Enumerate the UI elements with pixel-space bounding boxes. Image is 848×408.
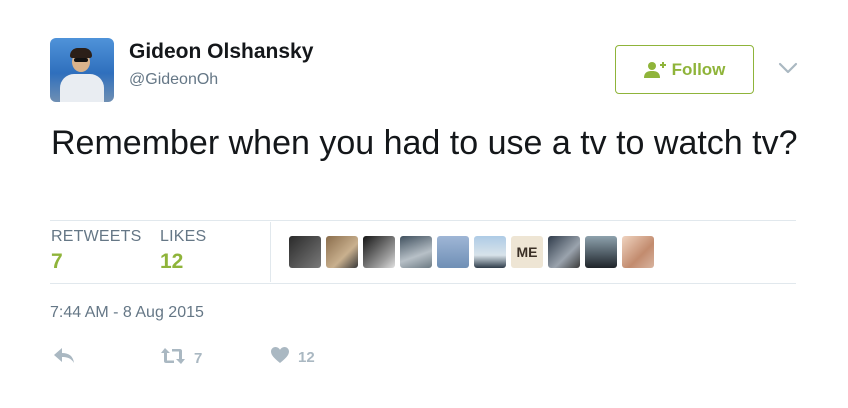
like-button[interactable]: 12	[270, 346, 315, 368]
liker-avatar-text: ME	[516, 244, 538, 260]
like-count: 12	[298, 348, 315, 366]
user-handle[interactable]: @GideonOh	[129, 71, 218, 89]
likes-stat[interactable]: LIKES 12	[160, 228, 206, 274]
retweet-icon	[160, 346, 186, 370]
heart-icon	[270, 346, 290, 368]
divider	[50, 283, 796, 284]
divider	[50, 220, 796, 221]
user-display-name[interactable]: Gideon Olshansky	[129, 40, 313, 64]
liker-avatar[interactable]	[474, 236, 506, 268]
liker-avatar[interactable]	[437, 236, 469, 268]
liker-avatar[interactable]: ME	[511, 236, 543, 268]
retweets-stat[interactable]: RETWEETS 7	[51, 228, 142, 274]
chevron-down-icon[interactable]	[778, 61, 798, 75]
liker-avatar[interactable]	[585, 236, 617, 268]
likers-avatar-list: ME	[289, 236, 654, 268]
add-user-icon	[643, 61, 666, 79]
follow-button-label: Follow	[671, 59, 726, 79]
stats-separator	[270, 222, 271, 282]
likes-label: LIKES	[160, 228, 207, 245]
reply-button[interactable]	[52, 346, 76, 370]
avatar-body-shape	[60, 74, 104, 102]
retweet-count: 7	[194, 349, 203, 367]
liker-avatar[interactable]	[400, 236, 432, 268]
liker-avatar[interactable]	[289, 236, 321, 268]
avatar-sunglasses-shape	[74, 58, 88, 62]
retweets-count: 7	[51, 250, 63, 273]
avatar[interactable]	[50, 38, 114, 102]
tweet-timestamp[interactable]: 7:44 AM - 8 Aug 2015	[50, 304, 204, 322]
liker-avatar[interactable]	[548, 236, 580, 268]
reply-icon	[52, 346, 76, 370]
retweet-button[interactable]: 7	[160, 346, 202, 370]
avatar-hair-shape	[70, 48, 92, 58]
liker-avatar[interactable]	[363, 236, 395, 268]
retweets-label: RETWEETS	[51, 228, 142, 245]
liker-avatar[interactable]	[622, 236, 654, 268]
tweet-text: Remember when you had to use a tv to wat…	[51, 124, 798, 162]
likes-count: 12	[160, 250, 184, 273]
liker-avatar[interactable]	[326, 236, 358, 268]
follow-button[interactable]: Follow	[615, 45, 754, 94]
